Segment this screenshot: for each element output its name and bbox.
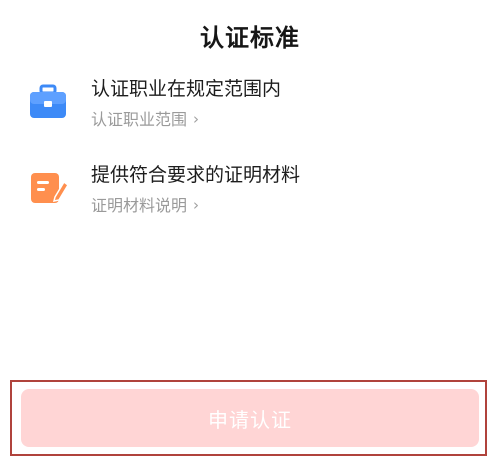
requirement-item-occupation: 认证职业在规定范围内 认证职业范围 › (28, 74, 468, 134)
requirement-item-proof: 提供符合要求的证明材料 证明材料说明 › (28, 160, 468, 220)
proof-material-link-label: 证明材料说明 (91, 196, 188, 215)
chevron-right-icon: › (193, 110, 200, 128)
proof-material-link[interactable]: 证明材料说明 › (91, 192, 199, 216)
certification-standard-page: 认证标准 认证职业在规定范围内 认证职业范围 › 提供符合要求的证明材料 证明材料… (0, 0, 500, 469)
requirement-heading: 认证职业在规定范围内 (91, 78, 282, 100)
apply-certification-button[interactable]: 申请认证 (21, 389, 479, 447)
page-title: 认证标准 (200, 24, 300, 52)
occupation-scope-link-label: 认证职业范围 (91, 110, 188, 129)
chevron-right-icon: › (193, 196, 200, 214)
requirement-heading: 提供符合要求的证明材料 (91, 164, 301, 186)
occupation-scope-link[interactable]: 认证职业范围 › (91, 106, 199, 130)
briefcase-icon (28, 84, 68, 120)
document-edit-icon (28, 170, 69, 206)
